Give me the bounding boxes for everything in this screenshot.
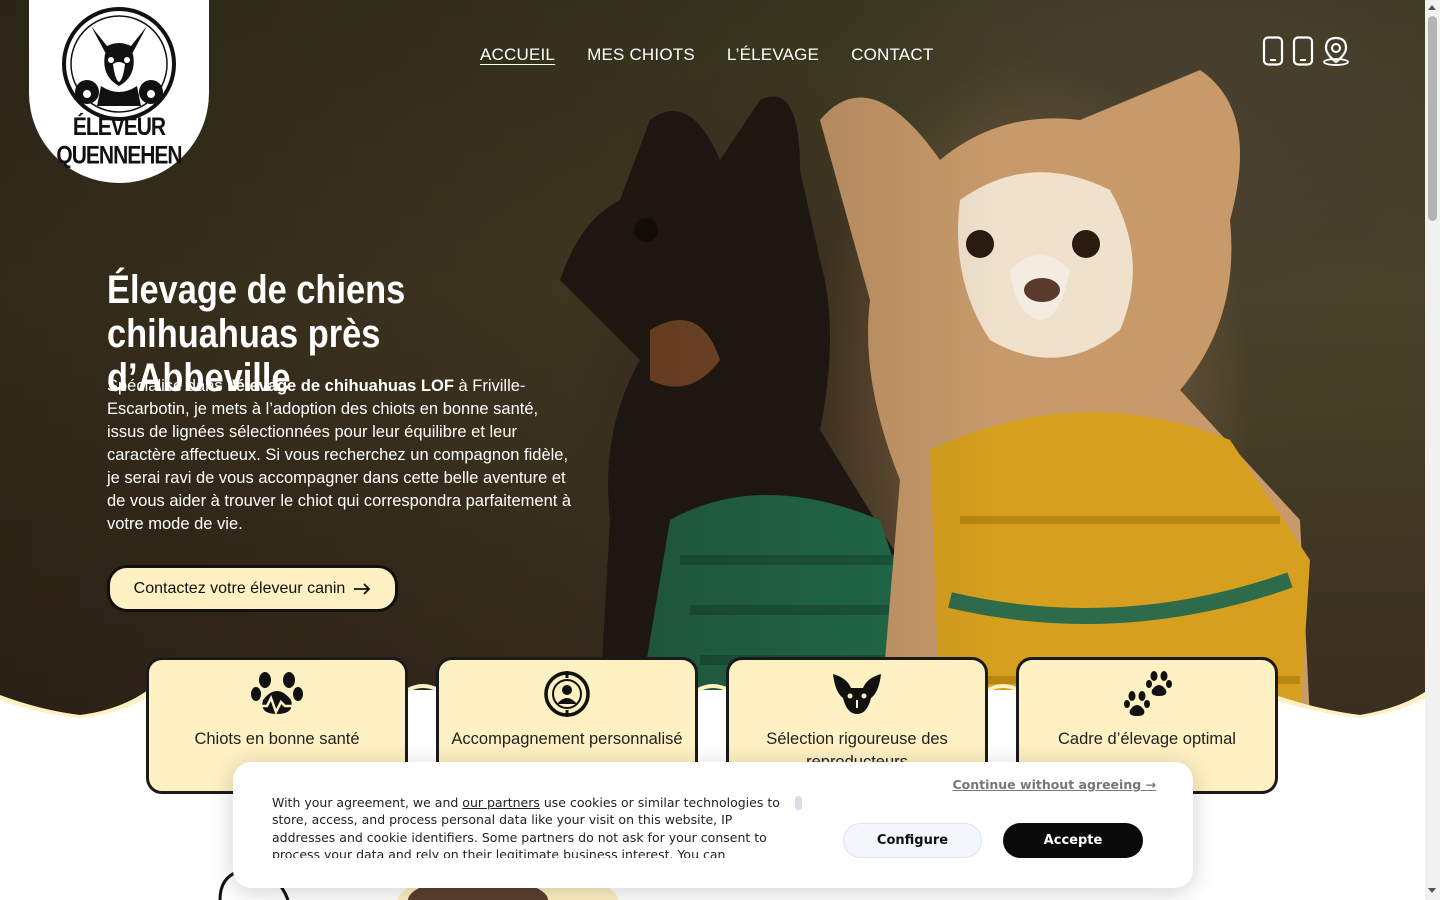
support-person-icon	[544, 671, 590, 717]
dog-head-icon	[833, 674, 881, 714]
brand-name: ÉLEVEUR QUENNEHEN	[56, 113, 182, 170]
arrow-right-icon	[354, 582, 371, 595]
cookie-consent-banner: Continue without agreeing → With your ag…	[233, 762, 1193, 888]
cookie-consent-text: With your agreement, we and our partners…	[272, 795, 780, 858]
scrollbar-thumb[interactable]	[1428, 16, 1437, 221]
nav-contact[interactable]: CONTACT	[851, 45, 933, 65]
hero-description-highlight: l'élevage de chihuahuas LOF	[227, 377, 454, 395]
feature-label: Accompagnement personnalisé	[451, 730, 683, 748]
paws-icon	[1124, 671, 1172, 716]
main-nav: ACCUEIL MES CHIOTS L’ÉLEVAGE CONTACT	[480, 45, 933, 65]
continue-without-agreeing-link[interactable]: Continue without agreeing →	[952, 777, 1156, 792]
accept-button[interactable]: Accepte	[1003, 823, 1143, 858]
partners-link[interactable]: our partners	[462, 795, 540, 810]
cookie-text-scrollbar[interactable]	[795, 796, 802, 810]
nav-mes-chiots[interactable]: MES CHIOTS	[587, 45, 695, 65]
paw-heartbeat-icon	[251, 672, 303, 716]
mobile-icon[interactable]	[1292, 36, 1314, 70]
scroll-down-icon[interactable]	[1428, 888, 1436, 893]
phone-icon[interactable]	[1262, 36, 1284, 70]
location-pin-icon[interactable]	[1322, 36, 1350, 70]
page-scrollbar[interactable]	[1425, 0, 1440, 900]
contact-breeder-button[interactable]: Contactez votre éleveur canin	[107, 565, 398, 612]
chihuahua-logo-icon	[62, 7, 176, 121]
nav-accueil[interactable]: ACCUEIL	[480, 45, 555, 65]
configure-button[interactable]: Configure	[843, 823, 982, 858]
header-contact-icons	[1262, 36, 1350, 70]
hero-description: Spécialisé dans l'élevage de chihuahuas …	[107, 377, 572, 533]
cta-label: Contactez votre éleveur canin	[133, 579, 346, 597]
feature-label: Cadre d’élevage optimal	[1058, 730, 1236, 748]
scroll-up-icon[interactable]	[1428, 5, 1436, 10]
site-logo[interactable]: ÉLEVEUR QUENNEHEN	[29, 0, 209, 183]
nav-elevage[interactable]: L’ÉLEVAGE	[727, 45, 819, 65]
feature-label: Chiots en bonne santé	[194, 730, 360, 748]
